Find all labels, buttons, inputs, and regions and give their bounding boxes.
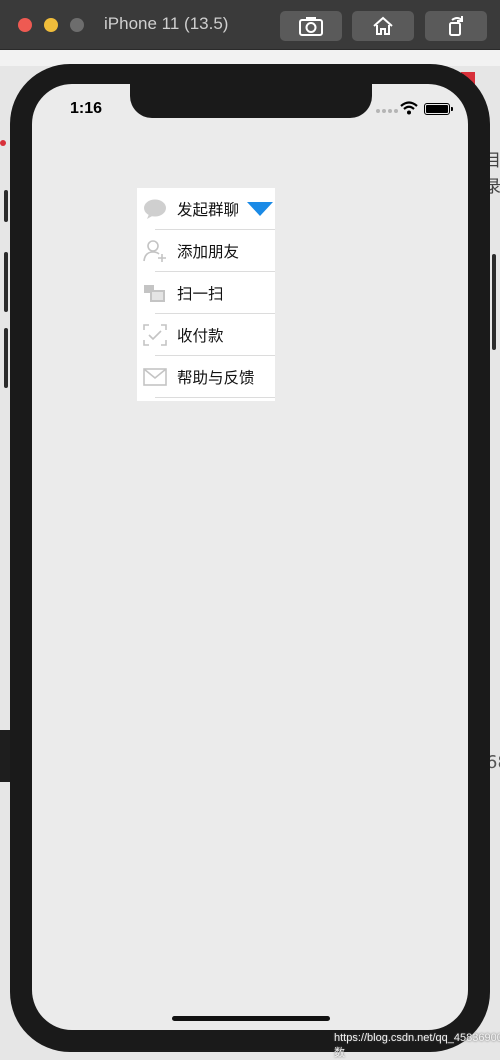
menu-item-label: 收付款 — [177, 327, 224, 345]
wifi-icon — [400, 101, 418, 115]
camera-icon — [299, 17, 323, 36]
notch — [130, 84, 372, 118]
screenshot-button[interactable] — [280, 11, 342, 41]
popup-menu: 发起群聊 添加朋友 扫一扫 收付款 帮助与反馈 — [137, 188, 275, 401]
home-indicator[interactable] — [172, 1016, 330, 1021]
watermark: https://blog.csdn.net/qq_45836900数 — [334, 1032, 500, 1059]
signal-icon — [376, 109, 398, 113]
menu-item-label: 帮助与反馈 — [177, 369, 255, 387]
home-button[interactable] — [352, 11, 414, 41]
power-button — [492, 254, 496, 350]
add-friend-icon — [143, 239, 167, 263]
menu-item-label: 扫一扫 — [177, 285, 224, 303]
volume-down-button — [4, 328, 8, 388]
home-icon — [373, 16, 393, 35]
window-minimize-button[interactable] — [44, 18, 58, 32]
simulator-titlebar: iPhone 11 (13.5) — [0, 0, 500, 50]
rotate-icon — [449, 16, 463, 36]
menu-item-add-friend[interactable]: 添加朋友 — [137, 230, 275, 272]
chat-bubble-icon — [143, 197, 167, 221]
menu-item-scan[interactable]: 扫一扫 — [137, 272, 275, 314]
phone-screen: 1:16 发起群聊 添加朋友 扫一扫 收付款 帮助与反馈 — [32, 84, 468, 1030]
volume-up-button — [4, 252, 8, 312]
divider — [155, 397, 275, 398]
window-zoom-button[interactable] — [70, 18, 84, 32]
menu-item-label: 发起群聊 — [177, 201, 240, 219]
menu-item-payment[interactable]: 收付款 — [137, 314, 275, 356]
battery-icon — [424, 103, 453, 115]
menu-item-help-feedback[interactable]: 帮助与反馈 — [137, 356, 275, 398]
menu-item-label: 添加朋友 — [177, 243, 240, 261]
rotate-button[interactable] — [425, 11, 487, 41]
silent-switch — [4, 190, 8, 222]
background-red-dot — [0, 140, 6, 146]
menu-item-start-group-chat[interactable]: 发起群聊 — [137, 188, 275, 230]
payment-icon — [143, 323, 167, 347]
window-close-button[interactable] — [18, 18, 32, 32]
mail-icon — [143, 365, 167, 389]
scan-icon — [143, 281, 167, 305]
simulator-title: iPhone 11 (13.5) — [104, 14, 229, 33]
status-time: 1:16 — [70, 100, 103, 117]
